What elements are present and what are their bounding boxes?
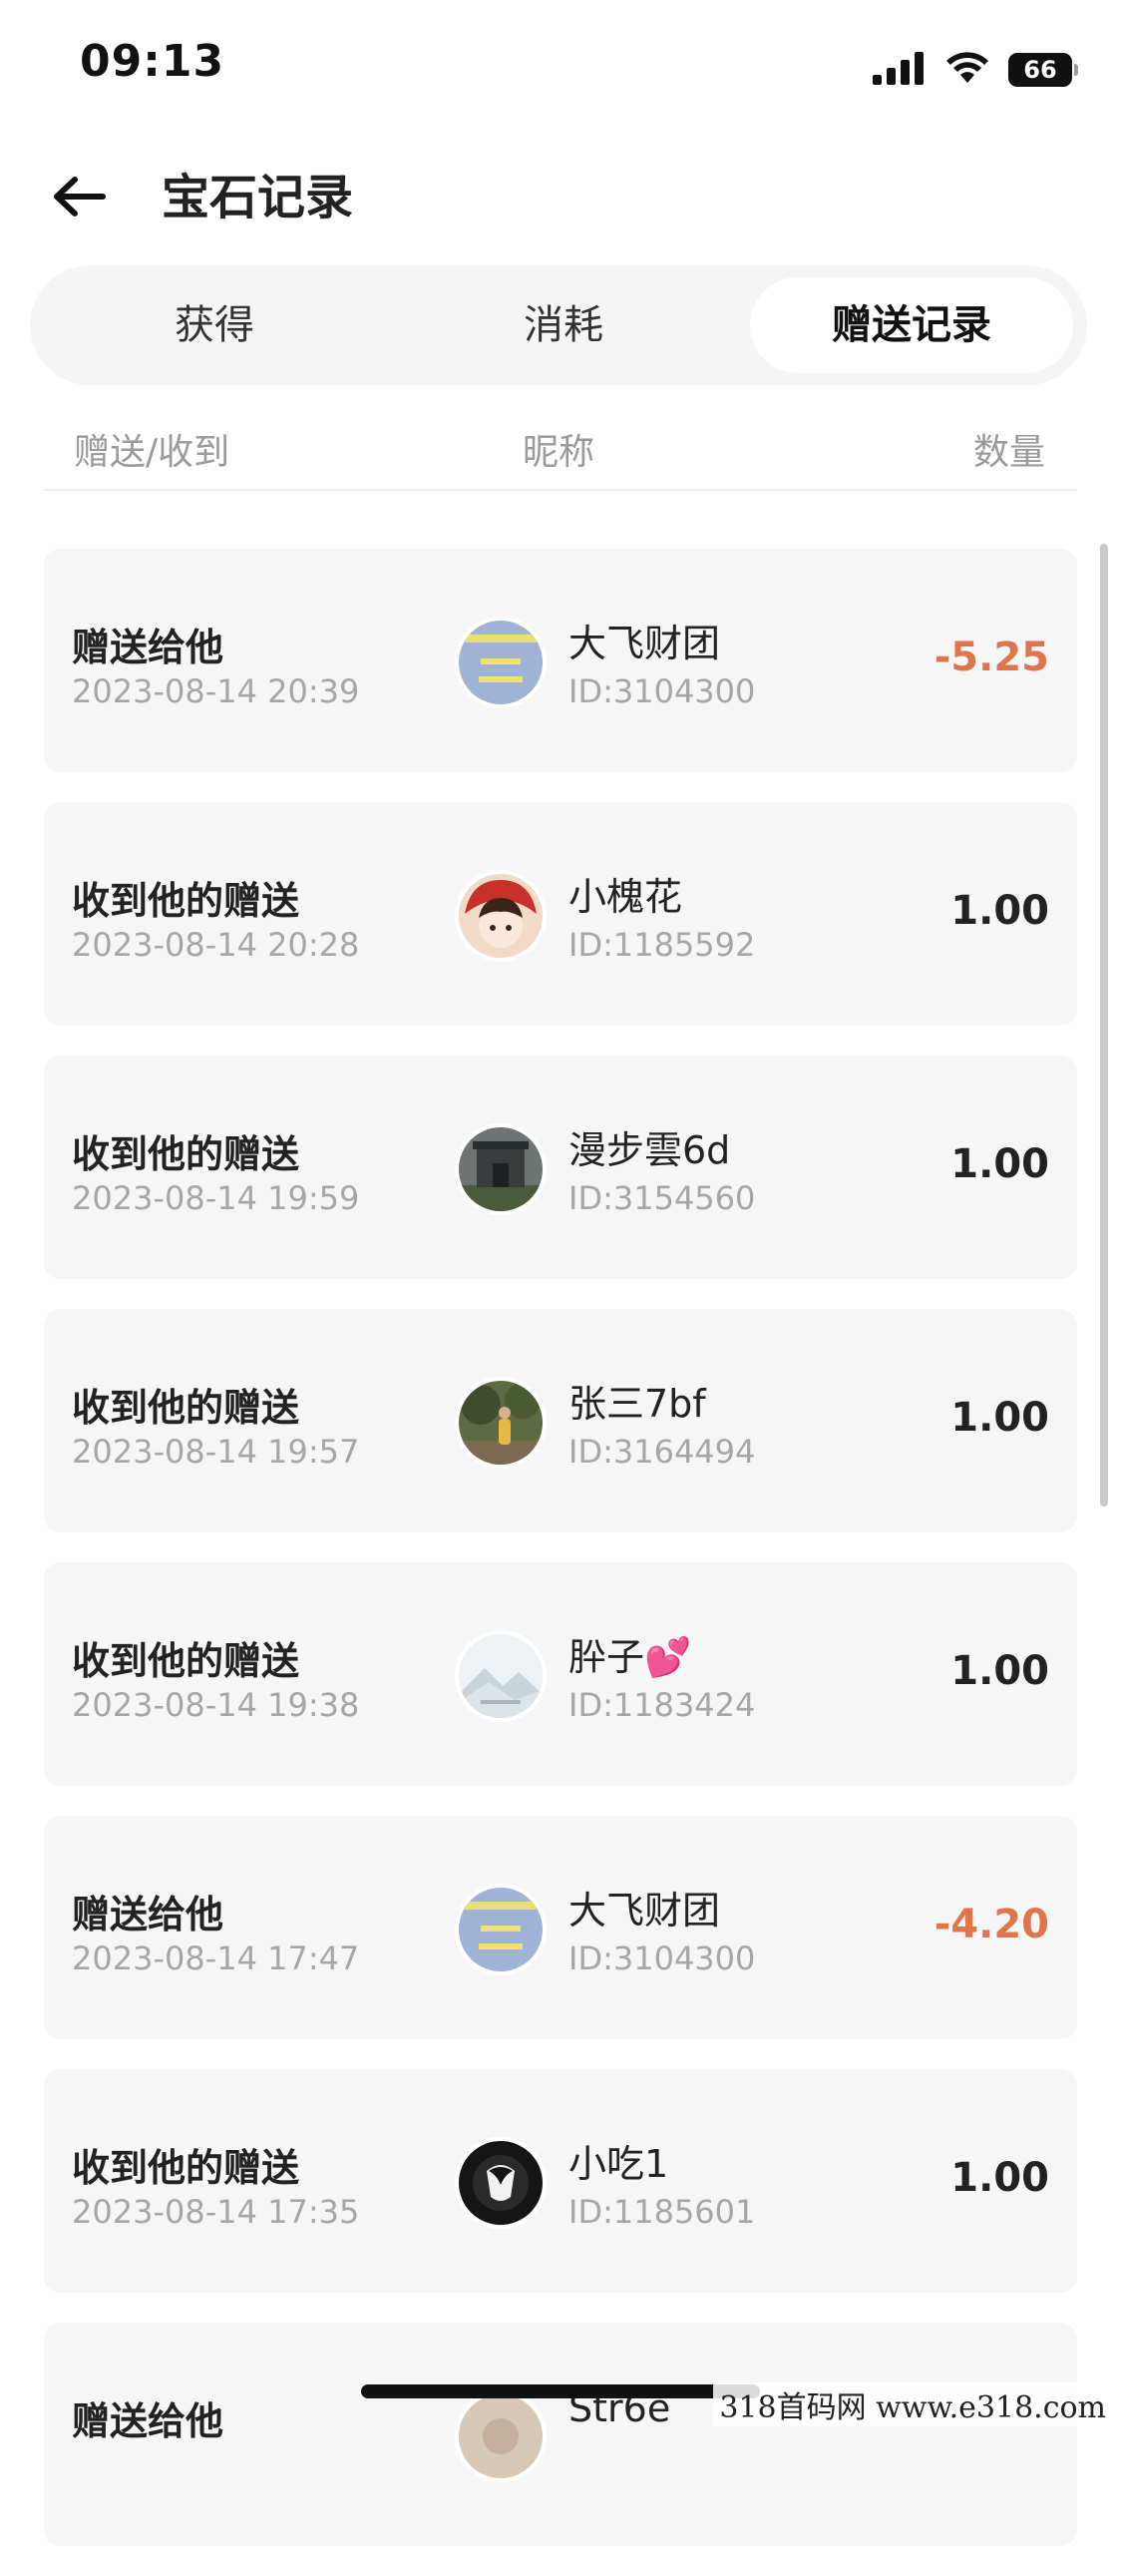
record-user-id: ID:3154560 <box>568 1179 756 1217</box>
status-bar: 09:13 66 <box>0 0 1122 132</box>
record-item[interactable]: 收到他的赠送 2023-08-14 20:28 小槐花 ID:1185592 1… <box>44 802 1077 1026</box>
column-header-nickname: 昵称 <box>523 432 595 473</box>
status-time: 09:13 <box>80 36 225 87</box>
record-amount: -5.25 <box>934 635 1049 680</box>
record-user-id: ID:1185601 <box>568 2193 756 2231</box>
record-item[interactable]: 收到他的赠送 2023-08-14 19:59 漫步雲6d ID:3154560… <box>44 1056 1077 1279</box>
record-amount: 1.00 <box>950 1141 1049 1187</box>
column-header-direction: 赠送/收到 <box>74 432 230 473</box>
record-type: 收到他的赠送 <box>72 1386 300 1430</box>
nav-bar: 宝石记录 <box>0 150 1122 245</box>
record-amount: 1.00 <box>950 1395 1049 1441</box>
record-time: 2023-08-14 19:38 <box>72 1686 360 1724</box>
record-user-id: ID:3104300 <box>568 1939 756 1977</box>
record-item[interactable]: 收到他的赠送 2023-08-14 19:57 张三7bf ID:3164494… <box>44 1309 1077 1532</box>
record-user-id: ID:3104300 <box>568 672 756 710</box>
tab-spend[interactable]: 消耗 <box>399 277 728 373</box>
tab-earn[interactable]: 获得 <box>50 277 379 373</box>
record-amount: 1.00 <box>950 888 1049 934</box>
avatar[interactable] <box>455 1630 547 1722</box>
record-list: 赠送给他 2023-08-14 20:39 大飞财团 ID:3104300 -5… <box>44 549 1077 2576</box>
avatar[interactable] <box>455 870 547 962</box>
record-type: 赠送给他 <box>72 626 224 669</box>
record-type: 收到他的赠送 <box>72 1639 300 1683</box>
avatar[interactable] <box>455 1884 547 1975</box>
record-time: 2023-08-14 17:35 <box>72 2193 360 2231</box>
record-item[interactable]: 收到他的赠送 2023-08-14 19:38 肸子💕 ID:1183424 1… <box>44 1562 1077 1786</box>
scrollbar[interactable] <box>1100 544 1108 1506</box>
record-time: 2023-08-14 20:28 <box>72 926 360 964</box>
record-time: 2023-08-14 19:59 <box>72 1179 360 1217</box>
avatar[interactable] <box>455 617 547 708</box>
record-user-id: ID:1185592 <box>568 926 756 964</box>
column-header-amount: 数量 <box>972 432 1045 473</box>
back-button[interactable] <box>44 164 114 233</box>
record-nickname: 漫步雲6d <box>568 1128 731 1172</box>
tab-gift-records[interactable]: 赠送记录 <box>750 277 1073 373</box>
record-nickname: 小吃1 <box>568 2142 669 2186</box>
record-item[interactable]: 赠送给他 2023-08-14 20:39 大飞财团 ID:3104300 -5… <box>44 549 1077 772</box>
battery-icon: 66 <box>1008 53 1078 87</box>
record-amount: 1.00 <box>950 1648 1049 1694</box>
tab-bar: 获得 消耗 赠送记录 <box>30 265 1087 385</box>
record-time: 2023-08-14 19:57 <box>72 1433 360 1471</box>
avatar[interactable] <box>455 2390 547 2482</box>
table-header: 赠送/收到 昵称 数量 <box>44 409 1077 491</box>
record-nickname: 肸子💕 <box>568 1635 692 1679</box>
record-type: 赠送给他 <box>72 1893 224 1936</box>
record-item[interactable]: 赠送给他 2023-08-14 17:47 大飞财团 ID:3104300 -4… <box>44 1816 1077 2039</box>
record-amount: 1.00 <box>950 2155 1049 2201</box>
avatar[interactable] <box>455 1377 547 1469</box>
page-title: 宝石记录 <box>162 170 354 225</box>
avatar[interactable] <box>455 2137 547 2229</box>
record-type: 收到他的赠送 <box>72 1132 300 1176</box>
record-user-id: ID:3164494 <box>568 1433 756 1471</box>
record-amount: -4.20 <box>934 1902 1049 1947</box>
signal-icon <box>873 51 927 89</box>
record-item[interactable]: 赠送给他 Str6e <box>44 2323 1077 2546</box>
avatar[interactable] <box>455 1123 547 1215</box>
home-indicator[interactable] <box>361 2384 760 2398</box>
record-type: 赠送给他 <box>72 2399 224 2443</box>
arrow-left-icon <box>51 175 107 222</box>
record-user-id: ID:1183424 <box>568 1686 756 1724</box>
record-time: 2023-08-14 17:47 <box>72 1939 360 1977</box>
record-nickname: 大飞财团 <box>568 1889 721 1932</box>
record-nickname: 小槐花 <box>568 875 683 919</box>
record-nickname: 大飞财团 <box>568 622 721 665</box>
record-item[interactable]: 收到他的赠送 2023-08-14 17:35 小吃1 ID:1185601 1… <box>44 2069 1077 2293</box>
watermark: 318首码网 www.e318.com <box>713 2382 1112 2426</box>
record-type: 收到他的赠送 <box>72 2146 300 2190</box>
record-nickname: 张三7bf <box>568 1382 706 1426</box>
record-type: 收到他的赠送 <box>72 879 300 923</box>
status-icons: 66 <box>873 50 1078 90</box>
wifi-icon <box>944 51 990 89</box>
record-time: 2023-08-14 20:39 <box>72 672 360 710</box>
